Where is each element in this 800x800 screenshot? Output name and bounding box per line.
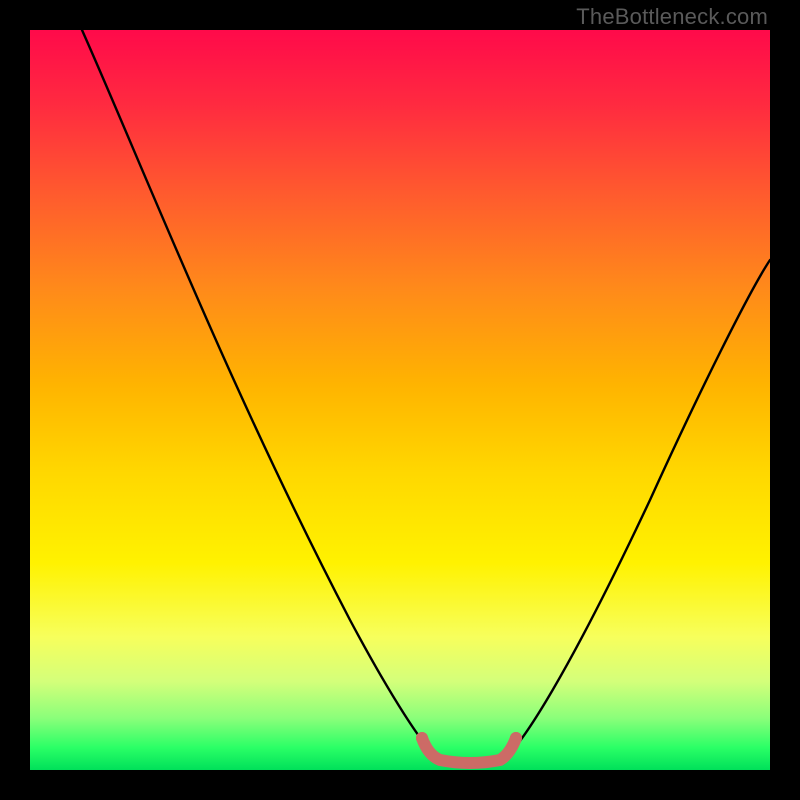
plot-area [30,30,770,770]
main-curve [82,30,770,764]
watermark-text: TheBottleneck.com [576,4,768,30]
curve-layer [30,30,770,770]
valley-highlight [422,738,516,763]
chart-frame: TheBottleneck.com [0,0,800,800]
highlight-dot-right [510,732,522,744]
highlight-dot-left [416,732,428,744]
